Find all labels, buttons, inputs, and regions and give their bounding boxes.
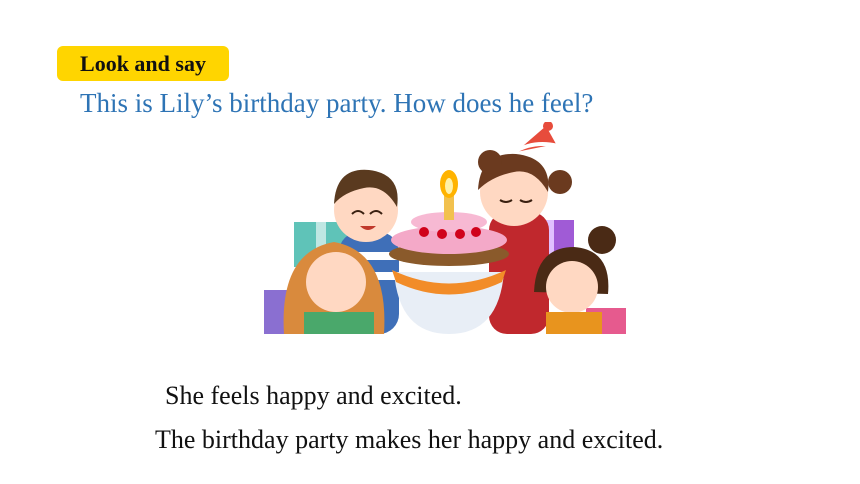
answer-line-2: The birthday party makes her happy and e… <box>155 425 664 454</box>
question-text: This is Lily’s birthday party. How does … <box>80 88 594 118</box>
look-and-say-badge: Look and say <box>57 46 229 81</box>
answer-line-1: She feels happy and excited. <box>165 381 462 410</box>
birthday-party-illustration <box>264 122 626 334</box>
badge-label: Look and say <box>80 50 206 76</box>
